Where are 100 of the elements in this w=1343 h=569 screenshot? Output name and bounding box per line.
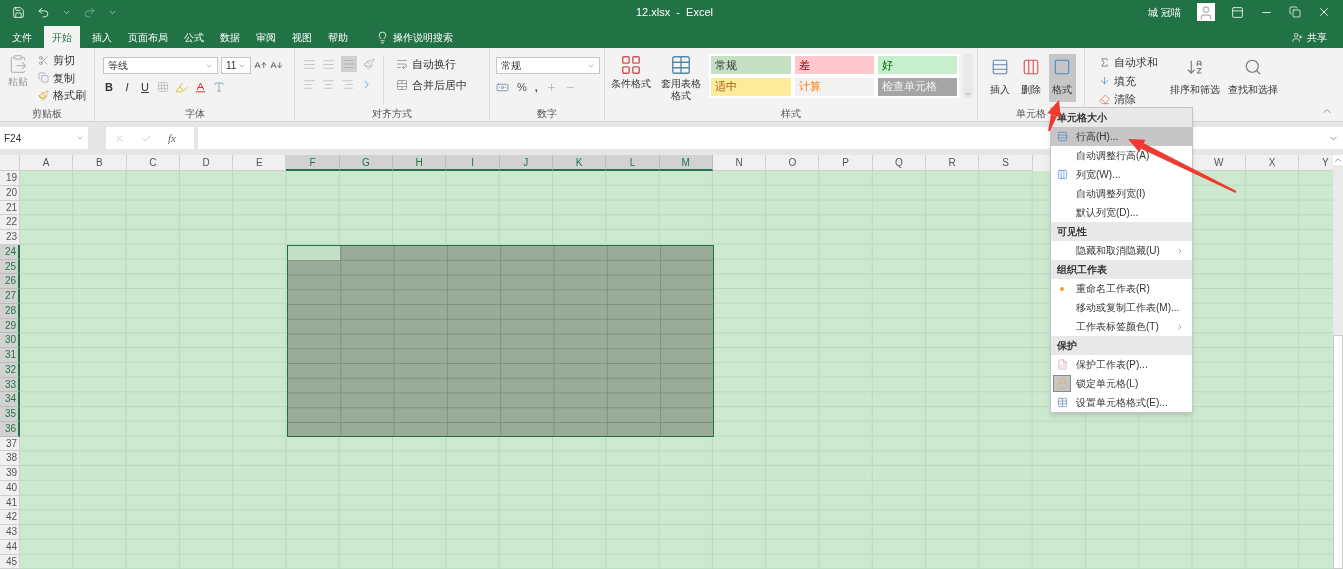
menu-item[interactable]: 设置单元格格式(E)... [1051,393,1192,412]
row-header[interactable]: 22 [0,215,20,230]
menu-item[interactable]: 默认列宽(D)... [1051,203,1192,222]
menu-item[interactable]: 重命名工作表(R) [1051,279,1192,298]
row-header[interactable]: 35 [0,407,20,422]
increase-decimal-icon[interactable] [545,81,557,93]
conditional-format-button[interactable]: 条件格式 [609,54,653,105]
cell-style[interactable]: 差 [794,56,874,74]
row-header[interactable]: 43 [0,525,20,540]
row-header[interactable]: 26 [0,274,20,289]
row-header[interactable]: 31 [0,348,20,363]
italic-button[interactable]: I [121,79,133,96]
font-size-field[interactable]: 11 [221,57,251,74]
column-header[interactable]: M [659,155,713,171]
merge-center-button[interactable]: 合并后居中 [392,76,471,93]
format-painter-button[interactable]: 格式刷 [34,87,90,104]
percent-button[interactable]: % [517,79,527,96]
vertical-scrollbar[interactable] [1333,155,1343,569]
menu-item[interactable]: 行高(H)... [1051,127,1192,146]
restore-icon[interactable] [1289,6,1301,18]
scroll-up-icon[interactable] [1333,155,1343,165]
menu-item[interactable]: 自动调整行高(A) [1051,146,1192,165]
worksheet-grid[interactable] [20,171,1333,569]
undo-icon[interactable] [37,5,50,19]
column-header[interactable]: H [393,155,447,171]
column-header[interactable]: G [339,155,394,171]
column-header[interactable]: K [552,155,607,171]
fill-color-icon[interactable] [175,80,188,94]
top-align-icon[interactable] [303,57,316,71]
cell-style[interactable]: 好 [877,56,958,74]
row-header[interactable]: 34 [0,392,20,407]
row-header[interactable]: 38 [0,451,20,466]
ribbon-tab[interactable]: 审阅 [248,26,284,48]
menu-item[interactable]: 移动或复制工作表(M)... [1051,298,1192,317]
align-center-icon[interactable] [322,78,335,91]
border-icon[interactable] [157,81,169,94]
cut-button[interactable]: 剪切 [34,52,90,69]
wrap-text-button[interactable]: 自动换行 [392,56,471,73]
ribbon-display-icon[interactable] [1231,5,1244,19]
ribbon-tab[interactable]: 帮助 [320,26,356,48]
ribbon-tab[interactable]: 文件 [4,26,40,48]
ribbon-tab[interactable]: 数据 [212,26,248,48]
save-icon[interactable] [12,5,25,19]
column-header[interactable]: F [286,155,340,171]
share-button[interactable]: 共享 [1307,29,1327,45]
close-icon[interactable] [1317,5,1331,19]
row-header[interactable]: 23 [0,230,20,245]
number-format-field[interactable]: 常规 [496,57,600,74]
active-cell[interactable] [287,245,340,260]
gallery-scrollbar[interactable] [963,54,973,98]
cancel-icon[interactable] [114,132,125,144]
format-as-table-button[interactable]: 套用表格格式 [656,54,706,105]
clipboard-icon [8,54,28,74]
cells-button[interactable]: 格式 [1048,54,1076,102]
avatar[interactable] [1197,3,1215,21]
autosum-button[interactable]: 自动求和 [1095,54,1162,71]
enter-icon[interactable] [141,132,152,144]
copy-button[interactable]: 复制 [34,69,90,86]
middle-align-icon[interactable] [322,57,335,71]
column-header[interactable]: J [499,155,553,171]
font-name-field[interactable]: 等线 [103,57,218,74]
row-header[interactable]: 19 [0,171,20,186]
underline-button[interactable]: U [139,79,151,96]
scroll-thumb[interactable] [1333,335,1343,569]
fill-button[interactable]: 填充 [1095,72,1162,89]
align-left-icon[interactable] [303,78,316,91]
tell-me-search[interactable]: 操作说明搜索 [393,29,453,45]
ribbon-tab[interactable]: 插入 [84,26,120,48]
column-header[interactable]: L [606,155,660,171]
cells-button[interactable]: 插入 [986,54,1014,102]
menu-item[interactable]: 保护工作表(P)... [1051,355,1192,374]
bold-button[interactable]: B [103,79,115,96]
ribbon-tab[interactable]: 视图 [284,26,320,48]
row-header[interactable]: 39 [0,466,20,481]
cell-style[interactable]: 适中 [711,77,791,96]
cell-style[interactable]: 常规 [711,56,791,74]
sort-filter-button[interactable]: 排序和筛选 [1170,54,1220,121]
find-select-button[interactable]: 查找和选择 [1228,54,1278,121]
column-header[interactable]: I [446,155,500,171]
user-name: 城 冠喵 [1148,5,1181,20]
menu-item[interactable]: 隐藏和取消隐藏(U) [1051,241,1192,260]
align-right-icon[interactable] [341,78,354,91]
menu-item[interactable]: 工作表标签颜色(T) [1051,317,1192,336]
ribbon-tab[interactable]: 页面布局 [120,26,176,48]
row-header[interactable]: 27 [0,289,20,304]
ribbon-tab[interactable]: 开始 [44,26,80,48]
ribbon-tab[interactable]: 公式 [176,26,212,48]
bottom-align-button[interactable] [341,56,357,72]
font-color-icon[interactable] [194,80,207,94]
menu-item[interactable]: 自动调整列宽(I) [1051,184,1192,203]
menu-item[interactable]: 锁定单元格(L) [1051,374,1192,393]
cells-button[interactable]: 删除 [1017,54,1045,102]
row-header[interactable]: 42 [0,510,20,525]
menu-item[interactable]: 列宽(W)... [1051,165,1192,184]
clear-button[interactable]: 清除 [1095,91,1162,108]
row-header[interactable]: 30 [0,333,20,348]
comma-button[interactable]: , [534,79,538,96]
insert-function-button[interactable]: fx [168,129,176,147]
redo-icon[interactable] [83,5,96,19]
name-box[interactable]: F24 [0,127,88,149]
